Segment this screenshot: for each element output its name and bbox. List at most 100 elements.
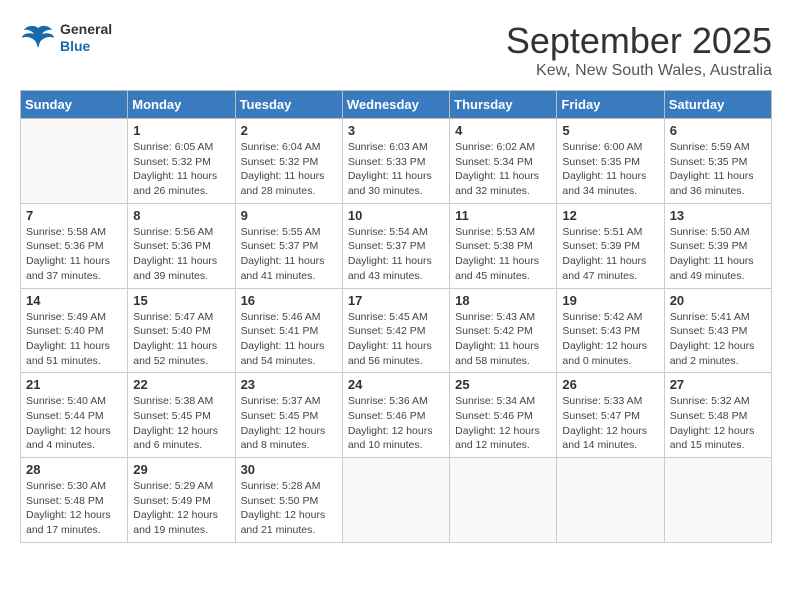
- day-info: Sunrise: 5:40 AM Sunset: 5:44 PM Dayligh…: [26, 394, 122, 453]
- day-number: 19: [562, 293, 658, 308]
- day-info: Sunrise: 5:32 AM Sunset: 5:48 PM Dayligh…: [670, 394, 766, 453]
- day-info: Sunrise: 5:50 AM Sunset: 5:39 PM Dayligh…: [670, 225, 766, 284]
- weekday-header-wednesday: Wednesday: [342, 91, 449, 119]
- day-info: Sunrise: 5:41 AM Sunset: 5:43 PM Dayligh…: [670, 310, 766, 369]
- calendar-week-row: 7 Sunrise: 5:58 AM Sunset: 5:36 PM Daylig…: [21, 203, 772, 288]
- calendar-cell: 26 Sunrise: 5:33 AM Sunset: 5:47 PM Dayli…: [557, 373, 664, 458]
- day-info: Sunrise: 5:47 AM Sunset: 5:40 PM Dayligh…: [133, 310, 229, 369]
- calendar-cell: 3 Sunrise: 6:03 AM Sunset: 5:33 PM Daylig…: [342, 119, 449, 204]
- calendar-week-row: 21 Sunrise: 5:40 AM Sunset: 5:44 PM Dayli…: [21, 373, 772, 458]
- day-info: Sunrise: 5:53 AM Sunset: 5:38 PM Dayligh…: [455, 225, 551, 284]
- calendar-cell: 18Sunrise: 5:43 AM Sunset: 5:42 PM Dayli…: [450, 288, 557, 373]
- location-subtitle: Kew, New South Wales, Australia: [506, 62, 772, 80]
- calendar-cell: 28 Sunrise: 5:30 AM Sunset: 5:48 PM Dayli…: [21, 458, 128, 543]
- day-number: 25: [455, 377, 551, 392]
- day-info: Sunrise: 6:02 AM Sunset: 5:34 PM Dayligh…: [455, 140, 551, 199]
- day-info: Sunrise: 5:55 AM Sunset: 5:37 PM Dayligh…: [241, 225, 337, 284]
- calendar-cell: 9Sunrise: 5:55 AM Sunset: 5:37 PM Daylig…: [235, 203, 342, 288]
- day-number: 11: [455, 208, 551, 223]
- day-number: 5: [562, 123, 658, 138]
- day-info: Sunrise: 5:56 AM Sunset: 5:36 PM Dayligh…: [133, 225, 229, 284]
- day-number: 16: [241, 293, 337, 308]
- day-number: 17: [348, 293, 444, 308]
- day-number: 24: [348, 377, 444, 392]
- weekday-header-thursday: Thursday: [450, 91, 557, 119]
- logo-general-text: General: [60, 21, 112, 38]
- calendar-cell: 25 Sunrise: 5:34 AM Sunset: 5:46 PM Dayli…: [450, 373, 557, 458]
- calendar-cell: 16Sunrise: 5:46 AM Sunset: 5:41 PM Dayli…: [235, 288, 342, 373]
- calendar-cell: [450, 458, 557, 543]
- calendar-cell: [664, 458, 771, 543]
- day-info: Sunrise: 5:30 AM Sunset: 5:48 PM Dayligh…: [26, 479, 122, 538]
- day-info: Sunrise: 5:42 AM Sunset: 5:43 PM Dayligh…: [562, 310, 658, 369]
- day-number: 21: [26, 377, 122, 392]
- day-info: Sunrise: 5:54 AM Sunset: 5:37 PM Dayligh…: [348, 225, 444, 284]
- day-number: 4: [455, 123, 551, 138]
- day-number: 1: [133, 123, 229, 138]
- day-info: Sunrise: 5:28 AM Sunset: 5:50 PM Dayligh…: [241, 479, 337, 538]
- calendar-cell: 7 Sunrise: 5:58 AM Sunset: 5:36 PM Daylig…: [21, 203, 128, 288]
- calendar-cell: 5 Sunrise: 6:00 AM Sunset: 5:35 PM Daylig…: [557, 119, 664, 204]
- day-number: 8: [133, 208, 229, 223]
- day-number: 12: [562, 208, 658, 223]
- logo: General Blue: [20, 20, 112, 56]
- calendar-cell: 10 Sunrise: 5:54 AM Sunset: 5:37 PM Dayli…: [342, 203, 449, 288]
- day-number: 30: [241, 462, 337, 477]
- day-info: Sunrise: 6:03 AM Sunset: 5:33 PM Dayligh…: [348, 140, 444, 199]
- day-number: 28: [26, 462, 122, 477]
- page-header: General Blue September 2025 Kew, New Sou…: [20, 20, 772, 80]
- calendar-cell: 20Sunrise: 5:41 AM Sunset: 5:43 PM Dayli…: [664, 288, 771, 373]
- day-number: 23: [241, 377, 337, 392]
- day-number: 3: [348, 123, 444, 138]
- day-number: 6: [670, 123, 766, 138]
- day-number: 7: [26, 208, 122, 223]
- day-info: Sunrise: 5:58 AM Sunset: 5:36 PM Dayligh…: [26, 225, 122, 284]
- day-number: 14: [26, 293, 122, 308]
- calendar-cell: 6Sunrise: 5:59 AM Sunset: 5:35 PM Daylig…: [664, 119, 771, 204]
- day-number: 26: [562, 377, 658, 392]
- calendar-cell: [21, 119, 128, 204]
- calendar-cell: 11 Sunrise: 5:53 AM Sunset: 5:38 PM Dayli…: [450, 203, 557, 288]
- calendar-cell: 8 Sunrise: 5:56 AM Sunset: 5:36 PM Daylig…: [128, 203, 235, 288]
- calendar-cell: [557, 458, 664, 543]
- calendar-table: SundayMondayTuesdayWednesdayThursdayFrid…: [20, 90, 772, 543]
- calendar-cell: 30 Sunrise: 5:28 AM Sunset: 5:50 PM Dayli…: [235, 458, 342, 543]
- day-number: 18: [455, 293, 551, 308]
- day-number: 27: [670, 377, 766, 392]
- calendar-cell: 27 Sunrise: 5:32 AM Sunset: 5:48 PM Dayli…: [664, 373, 771, 458]
- logo-blue-text: Blue: [60, 38, 112, 55]
- calendar-header-row: SundayMondayTuesdayWednesdayThursdayFrid…: [21, 91, 772, 119]
- calendar-cell: 13 Sunrise: 5:50 AM Sunset: 5:39 PM Dayli…: [664, 203, 771, 288]
- day-info: Sunrise: 6:00 AM Sunset: 5:35 PM Dayligh…: [562, 140, 658, 199]
- calendar-cell: 2Sunrise: 6:04 AM Sunset: 5:32 PM Daylig…: [235, 119, 342, 204]
- month-title: September 2025: [506, 20, 772, 62]
- day-number: 15: [133, 293, 229, 308]
- day-info: Sunrise: 5:34 AM Sunset: 5:46 PM Dayligh…: [455, 394, 551, 453]
- calendar-cell: 19 Sunrise: 5:42 AM Sunset: 5:43 PM Dayli…: [557, 288, 664, 373]
- day-number: 13: [670, 208, 766, 223]
- calendar-cell: 1Sunrise: 6:05 AM Sunset: 5:32 PM Daylig…: [128, 119, 235, 204]
- day-info: Sunrise: 5:49 AM Sunset: 5:40 PM Dayligh…: [26, 310, 122, 369]
- calendar-cell: 24Sunrise: 5:36 AM Sunset: 5:46 PM Dayli…: [342, 373, 449, 458]
- day-info: Sunrise: 5:45 AM Sunset: 5:42 PM Dayligh…: [348, 310, 444, 369]
- calendar-cell: [342, 458, 449, 543]
- calendar-cell: 4 Sunrise: 6:02 AM Sunset: 5:34 PM Daylig…: [450, 119, 557, 204]
- calendar-week-row: 28 Sunrise: 5:30 AM Sunset: 5:48 PM Dayli…: [21, 458, 772, 543]
- day-info: Sunrise: 5:29 AM Sunset: 5:49 PM Dayligh…: [133, 479, 229, 538]
- weekday-header-saturday: Saturday: [664, 91, 771, 119]
- day-number: 10: [348, 208, 444, 223]
- calendar-cell: 29Sunrise: 5:29 AM Sunset: 5:49 PM Dayli…: [128, 458, 235, 543]
- calendar-week-row: 1Sunrise: 6:05 AM Sunset: 5:32 PM Daylig…: [21, 119, 772, 204]
- title-area: September 2025 Kew, New South Wales, Aus…: [506, 20, 772, 80]
- calendar-cell: 12Sunrise: 5:51 AM Sunset: 5:39 PM Dayli…: [557, 203, 664, 288]
- calendar-week-row: 14 Sunrise: 5:49 AM Sunset: 5:40 PM Dayli…: [21, 288, 772, 373]
- calendar-cell: 21 Sunrise: 5:40 AM Sunset: 5:44 PM Dayli…: [21, 373, 128, 458]
- calendar-cell: 15 Sunrise: 5:47 AM Sunset: 5:40 PM Dayli…: [128, 288, 235, 373]
- day-info: Sunrise: 5:33 AM Sunset: 5:47 PM Dayligh…: [562, 394, 658, 453]
- weekday-header-friday: Friday: [557, 91, 664, 119]
- day-number: 2: [241, 123, 337, 138]
- day-number: 22: [133, 377, 229, 392]
- logo-bird-icon: [20, 20, 56, 56]
- day-info: Sunrise: 5:38 AM Sunset: 5:45 PM Dayligh…: [133, 394, 229, 453]
- day-info: Sunrise: 5:37 AM Sunset: 5:45 PM Dayligh…: [241, 394, 337, 453]
